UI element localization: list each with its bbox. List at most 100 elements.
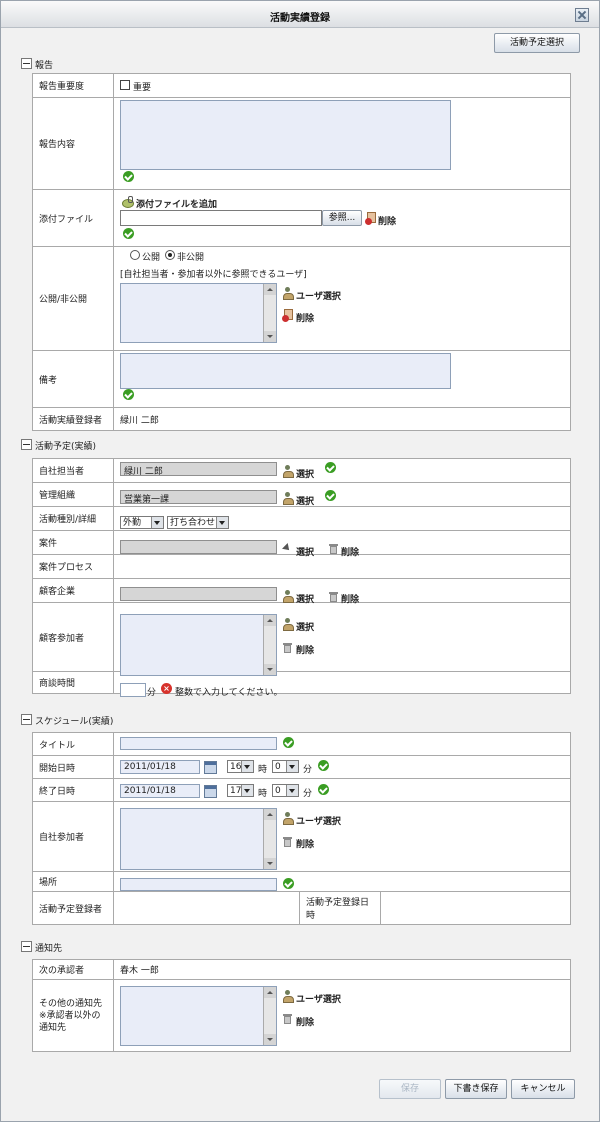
- title-input[interactable]: [120, 737, 277, 750]
- owner-label: 自社担当者: [32, 458, 114, 483]
- schedule-delete-link[interactable]: 削除: [296, 837, 314, 850]
- trash-icon: [329, 591, 338, 602]
- end-date-input[interactable]: 2011/01/18: [120, 784, 200, 798]
- hour-unit: 時: [258, 765, 268, 775]
- visibility-note: [自社担当者・参加者以外に参照できるユーザ]: [120, 270, 307, 280]
- draft-save-button[interactable]: 下書き保存: [445, 1079, 507, 1099]
- other-notify-label: その他の通知先 ※承認者以外の通知先: [32, 979, 114, 1052]
- chevron-down-icon: [286, 785, 298, 796]
- remarks-textarea[interactable]: [120, 353, 451, 389]
- delete-icon[interactable]: [365, 212, 376, 225]
- collapse-icon[interactable]: [21, 58, 32, 69]
- scrollbar[interactable]: [263, 284, 276, 342]
- case-select-link[interactable]: 選択: [296, 545, 314, 558]
- approver-label: 次の承認者: [32, 959, 114, 980]
- start-label: 開始日時: [32, 755, 114, 779]
- start-date-input[interactable]: 2011/01/18: [120, 760, 200, 774]
- section-header-plan[interactable]: 活動予定(実績): [21, 438, 96, 452]
- participants-select-link[interactable]: 選択: [296, 620, 314, 633]
- public-radio[interactable]: [130, 250, 140, 260]
- check-icon: [318, 760, 329, 771]
- check-icon: [318, 784, 329, 795]
- content-label: 報告内容: [32, 97, 114, 190]
- company-participants-label: 自社参加者: [32, 801, 114, 872]
- browse-button[interactable]: 参照...: [322, 210, 362, 226]
- participants-label: 顧客参加者: [32, 602, 114, 672]
- close-icon[interactable]: [575, 8, 589, 22]
- scrollbar[interactable]: [263, 987, 276, 1045]
- user-icon: [282, 812, 294, 825]
- dialog-window: 活動実績登録 活動予定選択 報告 報告重要度 報告内容 添付ファイル 公開/非公…: [0, 0, 600, 1122]
- save-button[interactable]: 保存: [379, 1079, 441, 1099]
- report-content-textarea[interactable]: [120, 100, 451, 170]
- notify-user-select-link[interactable]: ユーザ選択: [296, 992, 341, 1005]
- activity-type-select[interactable]: 外勤: [120, 516, 164, 529]
- check-icon: [283, 878, 294, 889]
- file-path-input[interactable]: [120, 210, 322, 226]
- visibility-user-select-link[interactable]: ユーザ選択: [296, 289, 341, 302]
- registrant-value: 緑川 二郎: [113, 407, 571, 431]
- user-icon: [282, 465, 294, 478]
- check-icon: [325, 462, 336, 473]
- visible-users-list[interactable]: [120, 283, 277, 343]
- title-label: タイトル: [32, 732, 114, 756]
- client-participants-list[interactable]: [120, 614, 277, 676]
- end-label: 終了日時: [32, 778, 114, 802]
- calendar-icon[interactable]: [204, 761, 217, 774]
- client-delete-link[interactable]: 削除: [341, 592, 359, 605]
- title-bar: 活動実績登録: [1, 1, 599, 28]
- delete-icon: [282, 309, 293, 322]
- meeting-time-input[interactable]: [120, 683, 146, 697]
- select-plan-button[interactable]: 活動予定選択: [494, 33, 580, 53]
- notify-table: 次の承認者 春木 一郎 その他の通知先 ※承認者以外の通知先: [32, 959, 571, 1052]
- window-title: 活動実績登録: [270, 13, 330, 24]
- client-select-link[interactable]: 選択: [296, 592, 314, 605]
- collapse-icon[interactable]: [21, 439, 32, 450]
- calendar-icon[interactable]: [204, 785, 217, 798]
- start-min-select[interactable]: 0: [272, 760, 299, 773]
- type-label: 活動種別/詳細: [32, 506, 114, 531]
- case-label: 案件: [32, 530, 114, 555]
- scrollbar[interactable]: [263, 615, 276, 675]
- user-icon: [282, 287, 294, 300]
- chevron-down-icon: [241, 761, 253, 772]
- place-label: 場所: [32, 871, 114, 892]
- chevron-down-icon: [286, 761, 298, 772]
- attach-add-link[interactable]: 添付ファイルを追加: [136, 197, 217, 210]
- chevron-down-icon: [151, 517, 163, 528]
- org-label: 管理組織: [32, 482, 114, 507]
- company-participants-list[interactable]: [120, 808, 277, 870]
- chevron-down-icon: [216, 517, 228, 528]
- collapse-icon[interactable]: [21, 941, 32, 952]
- visibility-delete-link[interactable]: 削除: [296, 311, 314, 324]
- process-label: 案件プロセス: [32, 554, 114, 579]
- case-delete-link[interactable]: 削除: [341, 545, 359, 558]
- end-min-select[interactable]: 0: [272, 784, 299, 797]
- participants-delete-link[interactable]: 削除: [296, 643, 314, 656]
- plan-registrant-label: 活動予定登録者: [32, 891, 114, 925]
- activity-detail-select[interactable]: 打ち合わせ: [167, 516, 229, 529]
- start-hour-select[interactable]: 16: [227, 760, 254, 773]
- trash-icon: [329, 543, 338, 554]
- other-notify-list[interactable]: [120, 986, 277, 1046]
- section-header-report[interactable]: 報告: [21, 57, 53, 71]
- private-radio[interactable]: [165, 250, 175, 260]
- time-label: 商談時間: [32, 671, 114, 694]
- section-header-notify[interactable]: 通知先: [21, 940, 62, 954]
- trash-icon: [283, 1013, 292, 1024]
- collapse-icon[interactable]: [21, 714, 32, 725]
- scrollbar[interactable]: [263, 809, 276, 869]
- org-select-link[interactable]: 選択: [296, 494, 314, 507]
- importance-checkbox[interactable]: [120, 80, 130, 90]
- attach-delete-link[interactable]: 削除: [378, 214, 396, 227]
- end-hour-select[interactable]: 17: [227, 784, 254, 797]
- chevron-down-icon: [241, 785, 253, 796]
- schedule-user-select-link[interactable]: ユーザ選択: [296, 814, 341, 827]
- section-header-schedule[interactable]: スケジュール(実績): [21, 713, 113, 727]
- cancel-button[interactable]: キャンセル: [511, 1079, 575, 1099]
- min-unit: 分: [303, 789, 313, 799]
- place-input[interactable]: [120, 878, 277, 891]
- owner-select-link[interactable]: 選択: [296, 467, 314, 480]
- notify-delete-link[interactable]: 削除: [296, 1015, 314, 1028]
- min-unit: 分: [303, 765, 313, 775]
